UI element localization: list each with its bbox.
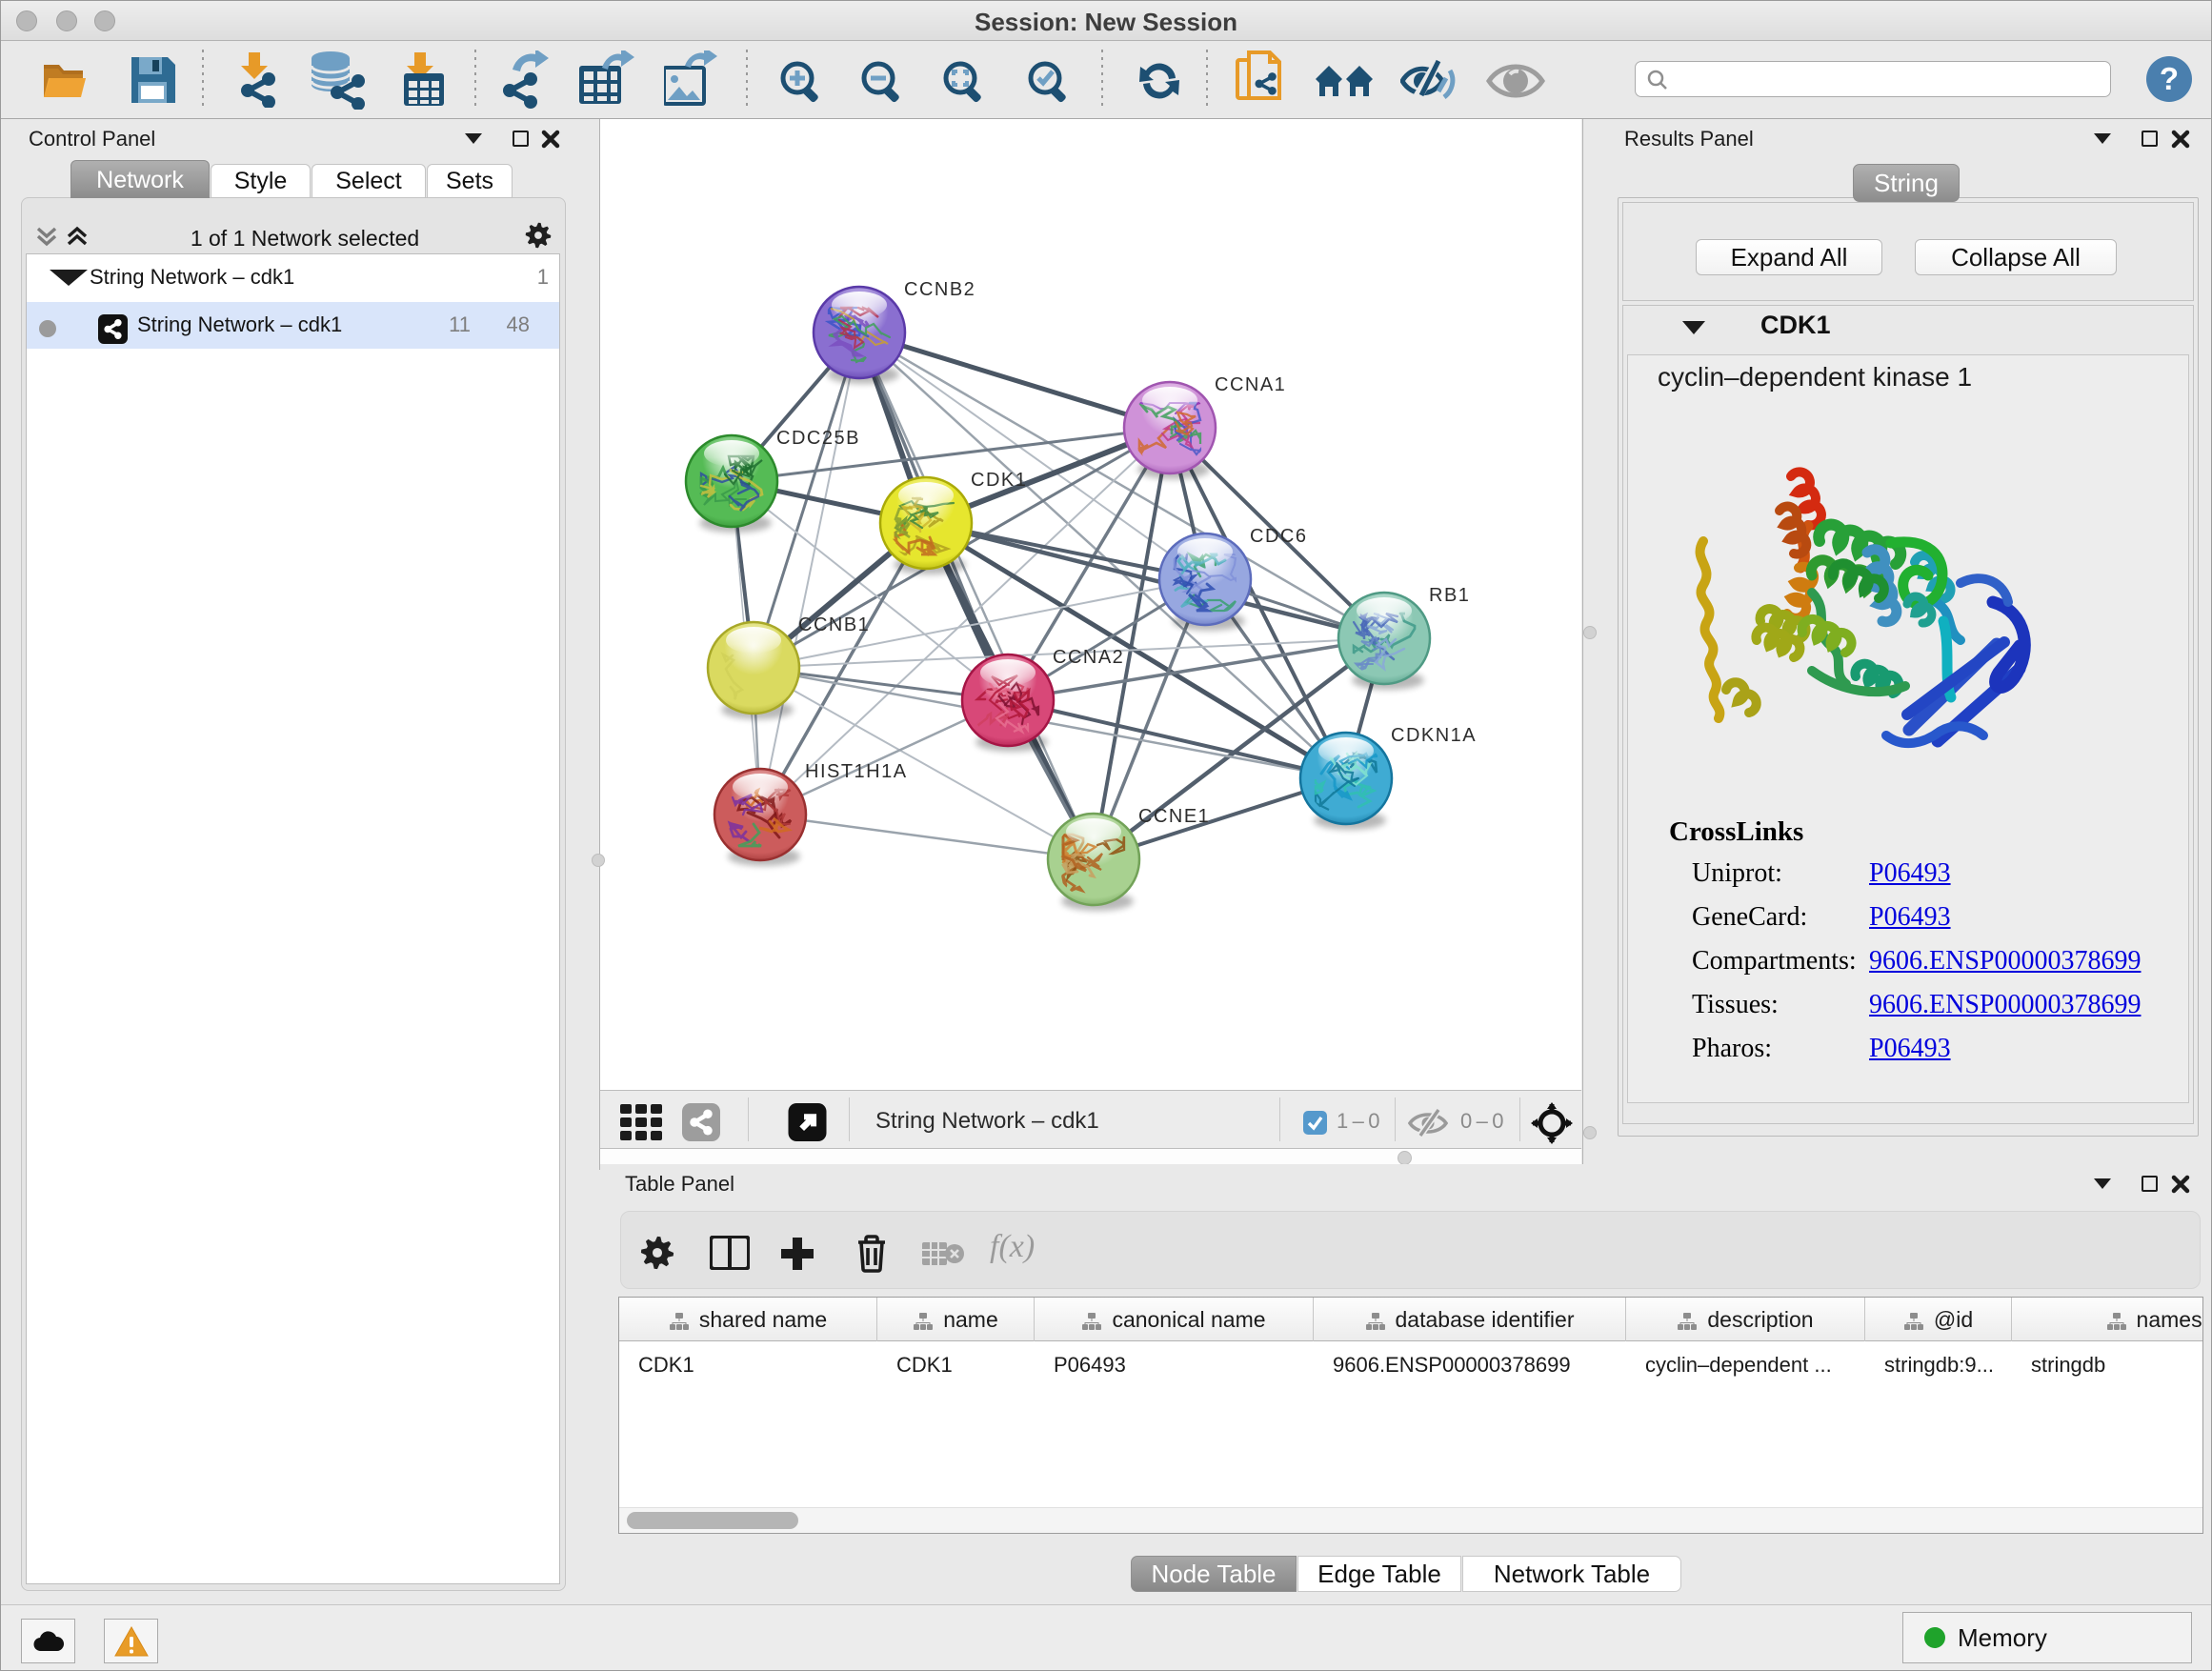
svg-text:RB1: RB1 (1429, 585, 1470, 606)
svg-text:CCNA2: CCNA2 (1053, 647, 1124, 668)
svg-text:CCNB1: CCNB1 (798, 614, 870, 635)
svg-text:CDK1: CDK1 (971, 470, 1027, 491)
svg-text:CDKN1A: CDKN1A (1391, 725, 1477, 746)
svg-text:CCNB2: CCNB2 (904, 279, 975, 300)
svg-text:?: ? (2160, 61, 2179, 96)
svg-text:CCNA1: CCNA1 (1215, 374, 1286, 395)
svg-text:HIST1H1A: HIST1H1A (805, 761, 908, 782)
svg-text:CDC25B: CDC25B (776, 428, 860, 449)
svg-text:CDC6: CDC6 (1250, 526, 1307, 547)
svg-text:CCNE1: CCNE1 (1138, 806, 1210, 827)
